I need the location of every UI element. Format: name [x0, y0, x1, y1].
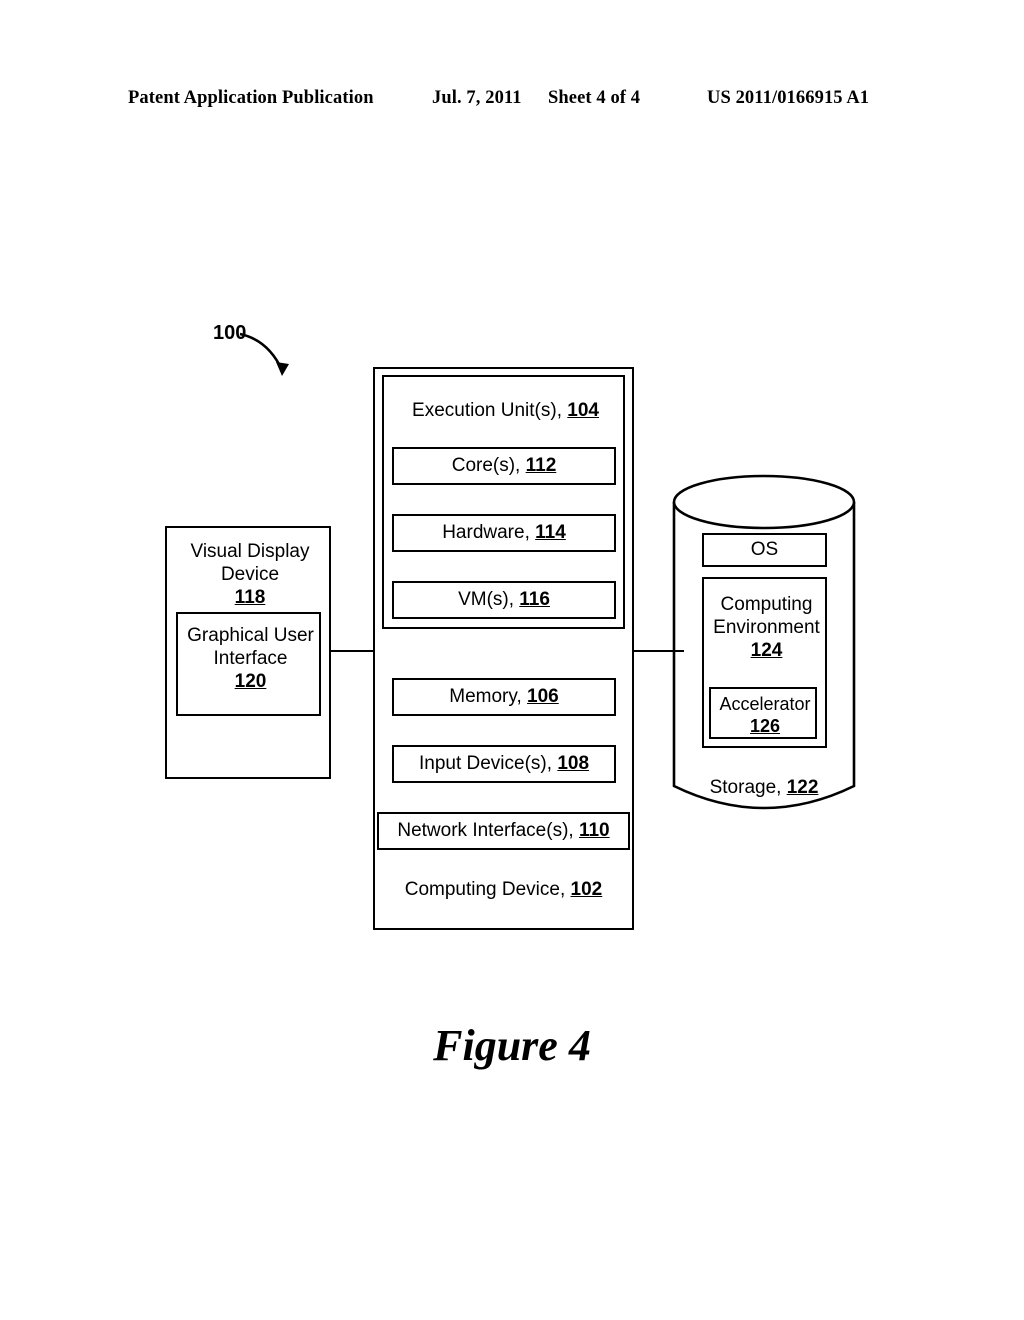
- visual-display-device-label: Visual Display Device: [190, 541, 310, 586]
- cores-ref: 112: [525, 455, 557, 477]
- execution-unit-ref: 104: [567, 400, 599, 421]
- vms-ref: 116: [519, 589, 550, 611]
- computing-environment-title: Computing Environment 124: [704, 593, 829, 663]
- connector-computing-device-to-storage: [634, 650, 684, 652]
- accelerator-title: Accelerator 126: [711, 694, 819, 738]
- hardware-box: Hardware, 114: [392, 514, 616, 552]
- graphical-user-interface-box: Graphical User Interface 120: [176, 612, 321, 716]
- graphical-user-interface-title: Graphical User Interface 120: [178, 624, 323, 694]
- os-label: OS: [750, 539, 779, 561]
- storage-label: Storage,: [709, 777, 782, 798]
- computing-environment-label: Computing Environment: [713, 594, 820, 639]
- header-sheet-label: Sheet 4 of 4: [548, 88, 641, 108]
- header-publication-label: Patent Application Publication: [128, 88, 374, 108]
- accelerator-box: Accelerator 126: [709, 687, 817, 739]
- execution-unit-label: Execution Unit(s),: [412, 400, 562, 421]
- visual-display-device-ref: 118: [234, 587, 266, 609]
- memory-ref: 106: [527, 686, 559, 708]
- vms-label: VM(s),: [458, 589, 514, 611]
- execution-unit-title: Execution Unit(s), 104: [384, 399, 627, 422]
- storage-ref: 122: [786, 777, 819, 798]
- cores-box: Core(s), 112: [392, 447, 616, 485]
- computing-device-label: Computing Device,: [404, 879, 566, 900]
- cores-label: Core(s),: [451, 455, 521, 477]
- figure-caption: Figure 4: [433, 1021, 591, 1070]
- network-interfaces-label: Network Interface(s),: [397, 820, 574, 842]
- memory-box: Memory, 106: [392, 678, 616, 716]
- computing-environment-ref: 124: [750, 640, 783, 662]
- computing-device-title: Computing Device, 102: [373, 878, 634, 901]
- storage-title: Storage, 122: [672, 776, 856, 799]
- visual-display-device-title: Visual Display Device 118: [167, 540, 333, 610]
- accelerator-label: Accelerator: [719, 694, 811, 714]
- network-interfaces-ref: 110: [578, 820, 610, 842]
- input-devices-label: Input Device(s),: [418, 753, 553, 775]
- system-reference-arrow-icon: [239, 332, 289, 376]
- computing-device-ref: 102: [570, 879, 603, 900]
- graphical-user-interface-label: Graphical User Interface: [187, 625, 314, 670]
- accelerator-ref: 126: [749, 715, 781, 736]
- memory-label: Memory,: [449, 686, 522, 708]
- header-date-label: Jul. 7, 2011: [432, 88, 522, 108]
- hardware-label: Hardware,: [442, 522, 530, 544]
- header-patent-number: US 2011/0166915 A1: [707, 88, 870, 108]
- vms-box: VM(s), 116: [392, 581, 616, 619]
- page-header: Patent Application Publication Jul. 7, 2…: [0, 88, 1024, 114]
- graphical-user-interface-ref: 120: [234, 671, 267, 693]
- input-devices-box: Input Device(s), 108: [392, 745, 616, 783]
- os-box: OS: [702, 533, 827, 567]
- connector-display-to-computing-device: [331, 650, 373, 652]
- input-devices-ref: 108: [557, 753, 590, 775]
- network-interfaces-box: Network Interface(s), 110: [377, 812, 630, 850]
- hardware-ref: 114: [535, 522, 566, 544]
